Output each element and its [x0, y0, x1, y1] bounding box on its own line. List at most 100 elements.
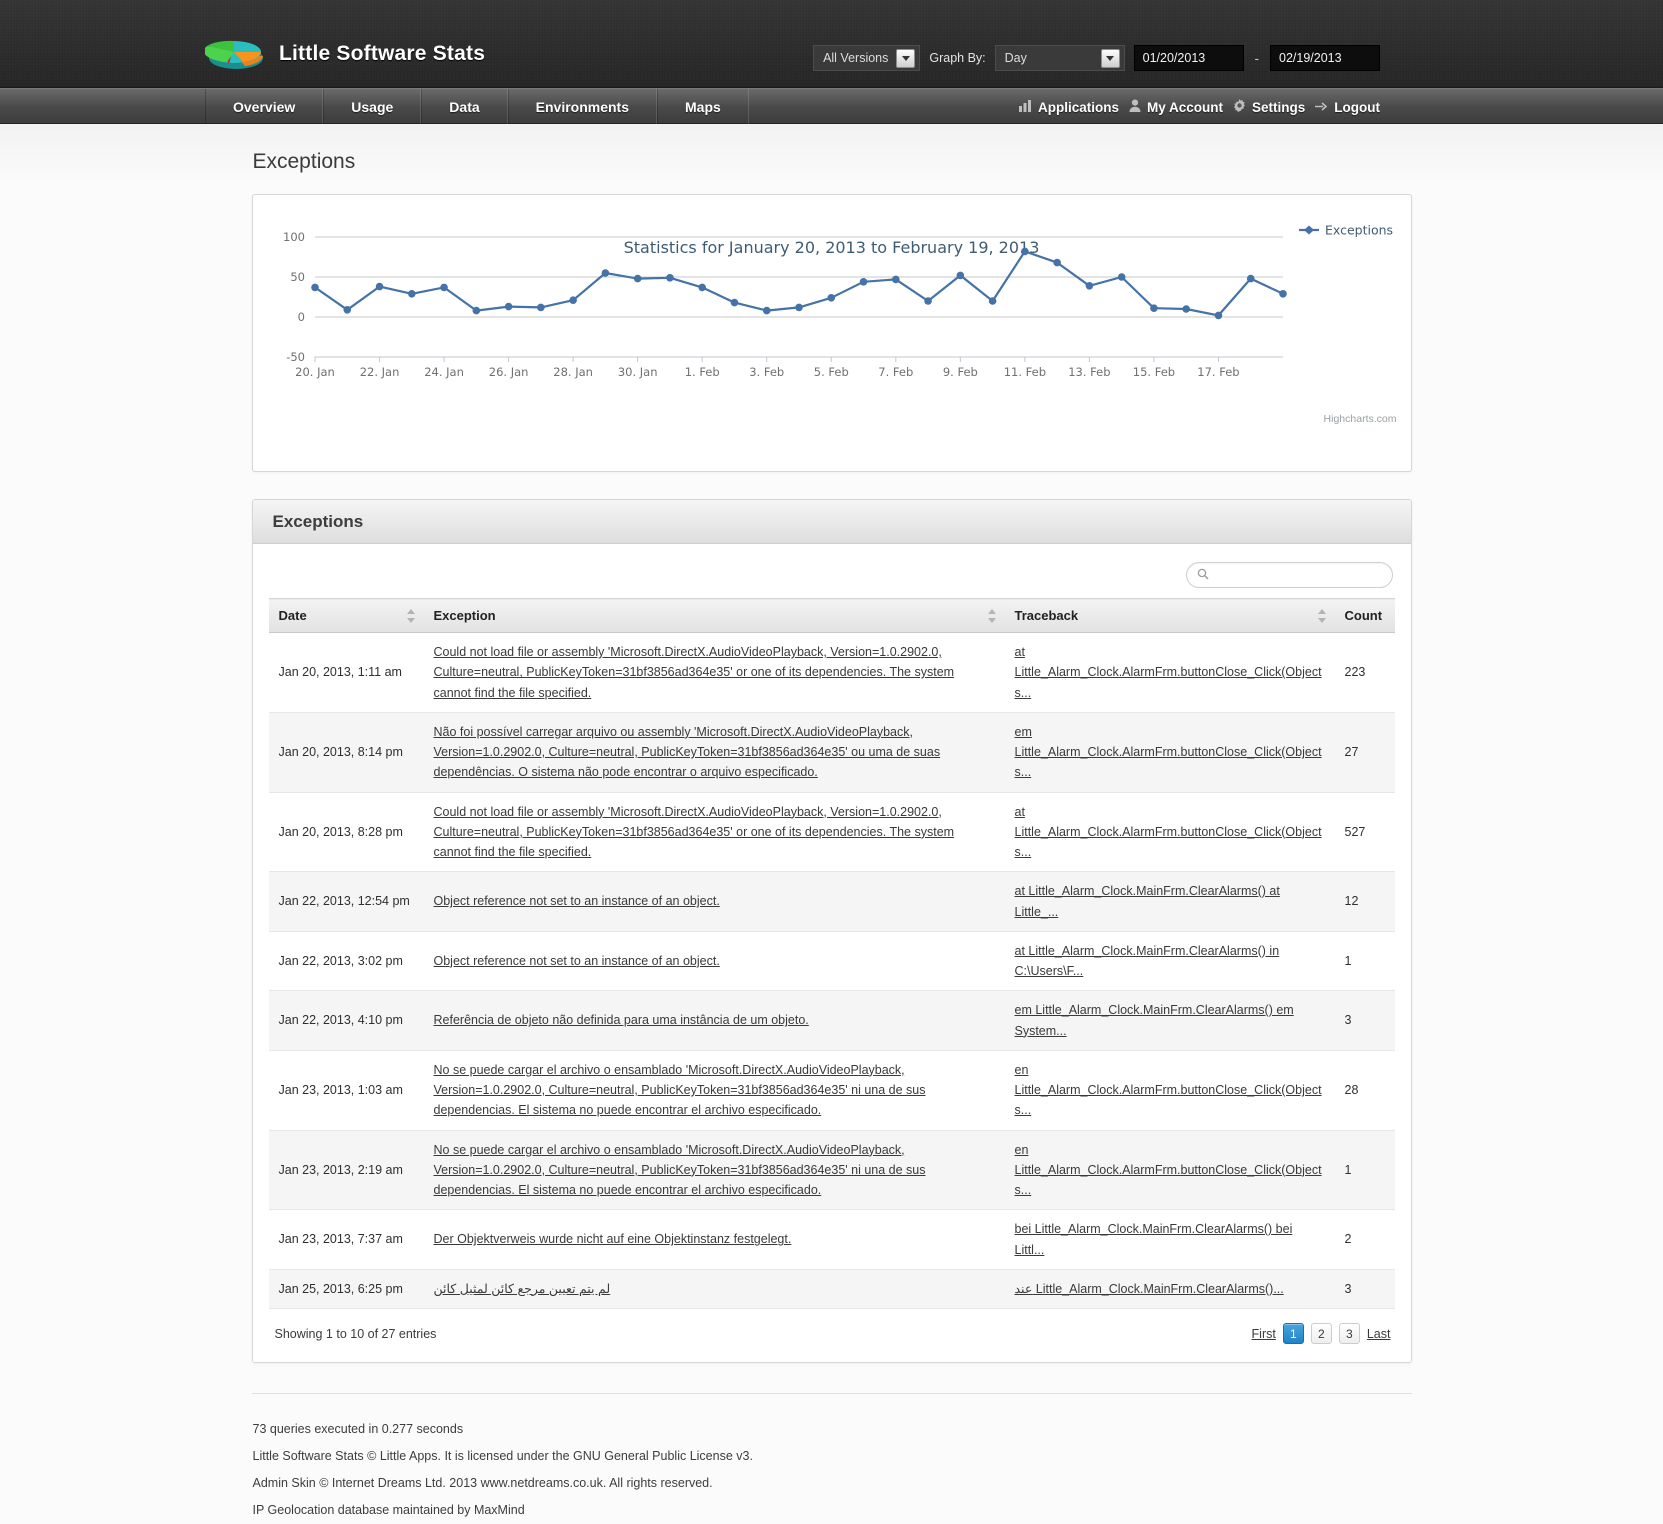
cell-date: Jan 23, 2013, 2:19 am: [269, 1130, 424, 1210]
table-row: Jan 22, 2013, 4:10 pm Referência de objet…: [269, 991, 1395, 1051]
nav-item-usage[interactable]: Usage: [323, 89, 421, 125]
cell-date: Jan 23, 2013, 7:37 am: [269, 1210, 424, 1270]
traceback-link[interactable]: عند Little_Alarm_Clock.MainFrm.ClearAlar…: [1015, 1282, 1284, 1296]
pagination-last[interactable]: Last: [1367, 1327, 1391, 1341]
chevron-down-icon[interactable]: [1101, 49, 1120, 68]
nav-item-data[interactable]: Data: [421, 89, 507, 125]
exception-link[interactable]: Der Objektverweis wurde nicht auf eine O…: [434, 1232, 792, 1246]
y-axis-tick: -50: [286, 350, 305, 364]
column-label-traceback: Traceback: [1015, 608, 1079, 623]
footer-line-geoip: IP Geolocation database maintained by Ma…: [252, 1497, 1412, 1524]
column-header-count[interactable]: Count: [1335, 599, 1395, 633]
cell-date: Jan 20, 2013, 8:14 pm: [269, 712, 424, 792]
nav-item-applications[interactable]: Applications: [1038, 100, 1119, 115]
sort-icon[interactable]: [407, 609, 416, 623]
footer-line-queries: 73 queries executed in 0.277 seconds: [252, 1416, 1412, 1443]
exception-link[interactable]: No se puede cargar el archivo o ensambla…: [434, 1143, 926, 1198]
exception-link[interactable]: لم يتم تعيين مرجع كائن لمثيل كائن: [434, 1282, 611, 1296]
traceback-link[interactable]: at Little_Alarm_Clock.AlarmFrm.buttonClo…: [1015, 805, 1322, 860]
chart-legend-label: Exceptions: [1325, 223, 1393, 238]
exception-link[interactable]: Could not load file or assembly 'Microso…: [434, 645, 955, 700]
date-from-input[interactable]: 01/20/2013: [1134, 45, 1244, 71]
exception-link[interactable]: Object reference not set to an instance …: [434, 954, 720, 968]
nav-item-my-account[interactable]: My Account: [1147, 100, 1223, 115]
nav-item-settings[interactable]: Settings: [1252, 100, 1305, 115]
exception-link[interactable]: Object reference not set to an instance …: [434, 894, 720, 908]
graph-by-select-value: Day: [1005, 51, 1027, 65]
chart-data-point: [730, 299, 738, 307]
chart-data-point: [1182, 305, 1190, 313]
traceback-link[interactable]: en Little_Alarm_Clock.AlarmFrm.buttonClo…: [1015, 1143, 1322, 1198]
x-axis-tick: 15. Feb: [1132, 365, 1174, 379]
sort-icon[interactable]: [1318, 609, 1327, 623]
x-axis-tick: 30. Jan: [617, 365, 657, 379]
nav-secondary-links: Applications My Account Settings Logout: [1019, 89, 1380, 125]
exceptions-table: Date Exception Traceback: [269, 598, 1395, 1309]
column-header-exception[interactable]: Exception: [424, 599, 1005, 633]
x-axis-tick: 1. Feb: [684, 365, 719, 379]
cell-exception: Object reference not set to an instance …: [424, 931, 1005, 991]
cell-exception: No se puede cargar el archivo o ensambla…: [424, 1050, 1005, 1130]
date-to-input[interactable]: 02/19/2013: [1270, 45, 1380, 71]
user-icon: [1129, 99, 1141, 115]
footer-line-skin: Admin Skin © Internet Dreams Ltd. 2013 w…: [252, 1470, 1412, 1497]
traceback-link[interactable]: at Little_Alarm_Clock.AlarmFrm.buttonClo…: [1015, 645, 1322, 700]
exception-link[interactable]: Referência de objeto não definida para u…: [434, 1013, 809, 1027]
pagination-first[interactable]: First: [1252, 1327, 1276, 1341]
chart-data-point: [408, 290, 416, 298]
chevron-down-icon[interactable]: [896, 49, 915, 68]
nav-item-overview[interactable]: Overview: [205, 89, 323, 125]
chart-data-point: [827, 294, 835, 302]
column-header-traceback[interactable]: Traceback: [1005, 599, 1335, 633]
table-row: Jan 22, 2013, 12:54 pm Object reference n…: [269, 872, 1395, 932]
graph-by-select[interactable]: Day: [995, 45, 1125, 71]
cell-date: Jan 20, 2013, 1:11 am: [269, 633, 424, 713]
column-header-date[interactable]: Date: [269, 599, 424, 633]
brand: Little Software Stats: [205, 34, 485, 74]
chart-data-point: [988, 297, 996, 305]
cell-count: 1: [1335, 931, 1395, 991]
traceback-link[interactable]: en Little_Alarm_Clock.AlarmFrm.buttonClo…: [1015, 1063, 1322, 1118]
x-axis-tick: 28. Jan: [553, 365, 593, 379]
table-row: Jan 20, 2013, 1:11 amCould not load file…: [269, 633, 1395, 713]
chart-data-point: [504, 303, 512, 311]
highcharts-credit[interactable]: Highcharts.com: [1324, 413, 1397, 425]
y-axis-tick: 50: [290, 270, 305, 284]
search-row: [269, 544, 1395, 598]
traceback-link[interactable]: at Little_Alarm_Clock.MainFrm.ClearAlarm…: [1015, 944, 1280, 978]
pagination-page-3[interactable]: 3: [1339, 1323, 1360, 1344]
pagination-page-2[interactable]: 2: [1311, 1323, 1332, 1344]
pagination-page-1[interactable]: 1: [1283, 1323, 1304, 1344]
cell-exception: Object reference not set to an instance …: [424, 872, 1005, 932]
nav-item-logout[interactable]: Logout: [1334, 100, 1380, 115]
table-row: Jan 25, 2013, 6:25 pmلم يتم تعيين مرجع ك…: [269, 1269, 1395, 1308]
nav-item-maps[interactable]: Maps: [657, 89, 749, 125]
exception-link[interactable]: Não foi possível carregar arquivo ou ass…: [434, 725, 941, 780]
search-box[interactable]: [1186, 562, 1393, 588]
column-label-count: Count: [1345, 608, 1383, 623]
exception-link[interactable]: No se puede cargar el archivo o ensambla…: [434, 1063, 926, 1118]
table-row: Jan 23, 2013, 1:03 amNo se puede cargar …: [269, 1050, 1395, 1130]
cell-count: 3: [1335, 1269, 1395, 1308]
chart-data-point: [537, 304, 545, 312]
cell-date: Jan 22, 2013, 12:54 pm: [269, 872, 424, 932]
table-body-wrapper: Date Exception Traceback: [253, 544, 1411, 1362]
column-label-exception: Exception: [434, 608, 496, 623]
traceback-link[interactable]: em Little_Alarm_Clock.AlarmFrm.buttonClo…: [1015, 725, 1322, 780]
version-select[interactable]: All Versions: [813, 45, 920, 71]
traceback-link[interactable]: bei Little_Alarm_Clock.MainFrm.ClearAlar…: [1015, 1222, 1293, 1256]
nav-item-environments[interactable]: Environments: [508, 89, 657, 125]
cell-count: 12: [1335, 872, 1395, 932]
cell-date: Jan 22, 2013, 4:10 pm: [269, 991, 424, 1051]
table-panel-title: Exceptions: [273, 512, 364, 532]
chart-data-point: [601, 269, 609, 277]
header-controls: All Versions Graph By: Day 01/20/2013 - …: [813, 45, 1380, 71]
app-logo-pie-chart-icon: [205, 34, 267, 74]
x-axis-tick: 11. Feb: [1003, 365, 1045, 379]
exception-link[interactable]: Could not load file or assembly 'Microso…: [434, 805, 955, 860]
search-input[interactable]: [1209, 567, 1392, 583]
traceback-link[interactable]: em Little_Alarm_Clock.MainFrm.ClearAlarm…: [1015, 1003, 1294, 1037]
chart-data-point: [1279, 290, 1287, 298]
sort-icon[interactable]: [988, 609, 997, 623]
traceback-link[interactable]: at Little_Alarm_Clock.MainFrm.ClearAlarm…: [1015, 884, 1280, 918]
